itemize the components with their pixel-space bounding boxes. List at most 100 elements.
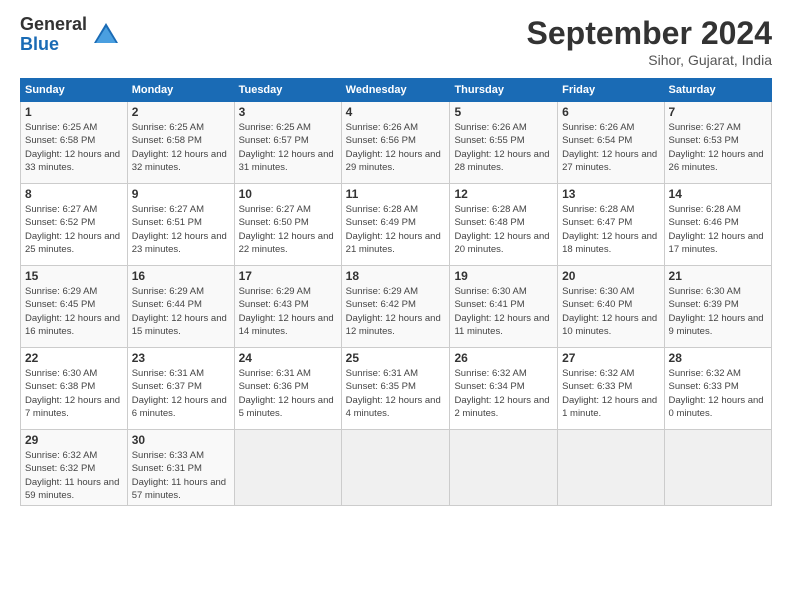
day-number: 15 — [25, 269, 123, 283]
col-wednesday: Wednesday — [341, 79, 450, 102]
table-cell: 14 Sunrise: 6:28 AMSunset: 6:46 PMDaylig… — [664, 184, 771, 266]
table-cell: 13 Sunrise: 6:28 AMSunset: 6:47 PMDaylig… — [558, 184, 664, 266]
day-number: 28 — [669, 351, 767, 365]
day-info: Sunrise: 6:33 AMSunset: 6:31 PMDaylight:… — [132, 449, 230, 502]
logo-text: General Blue — [20, 15, 87, 55]
page: General Blue September 2024 Sihor, Gujar… — [0, 0, 792, 516]
day-info: Sunrise: 6:31 AMSunset: 6:37 PMDaylight:… — [132, 367, 230, 420]
location-title: Sihor, Gujarat, India — [527, 52, 772, 68]
day-number: 29 — [25, 433, 123, 447]
day-number: 25 — [346, 351, 446, 365]
day-info: Sunrise: 6:26 AMSunset: 6:54 PMDaylight:… — [562, 121, 659, 174]
day-number: 23 — [132, 351, 230, 365]
table-cell: 20 Sunrise: 6:30 AMSunset: 6:40 PMDaylig… — [558, 266, 664, 348]
day-info: Sunrise: 6:29 AMSunset: 6:43 PMDaylight:… — [239, 285, 337, 338]
day-number: 21 — [669, 269, 767, 283]
day-info: Sunrise: 6:30 AMSunset: 6:40 PMDaylight:… — [562, 285, 659, 338]
day-info: Sunrise: 6:28 AMSunset: 6:46 PMDaylight:… — [669, 203, 767, 256]
day-number: 30 — [132, 433, 230, 447]
logo-icon — [92, 21, 120, 49]
table-cell: 3 Sunrise: 6:25 AMSunset: 6:57 PMDayligh… — [234, 102, 341, 184]
day-number: 9 — [132, 187, 230, 201]
table-cell: 26 Sunrise: 6:32 AMSunset: 6:34 PMDaylig… — [450, 348, 558, 430]
table-cell: 30 Sunrise: 6:33 AMSunset: 6:31 PMDaylig… — [127, 430, 234, 506]
table-cell: 21 Sunrise: 6:30 AMSunset: 6:39 PMDaylig… — [664, 266, 771, 348]
day-number: 27 — [562, 351, 659, 365]
table-cell: 29 Sunrise: 6:32 AMSunset: 6:32 PMDaylig… — [21, 430, 128, 506]
table-cell: 11 Sunrise: 6:28 AMSunset: 6:49 PMDaylig… — [341, 184, 450, 266]
table-cell: 2 Sunrise: 6:25 AMSunset: 6:58 PMDayligh… — [127, 102, 234, 184]
col-friday: Friday — [558, 79, 664, 102]
day-number: 7 — [669, 105, 767, 119]
table-cell: 24 Sunrise: 6:31 AMSunset: 6:36 PMDaylig… — [234, 348, 341, 430]
table-cell: 1 Sunrise: 6:25 AMSunset: 6:58 PMDayligh… — [21, 102, 128, 184]
table-cell: 9 Sunrise: 6:27 AMSunset: 6:51 PMDayligh… — [127, 184, 234, 266]
logo-blue: Blue — [20, 35, 87, 55]
day-number: 8 — [25, 187, 123, 201]
day-number: 19 — [454, 269, 553, 283]
table-cell: 25 Sunrise: 6:31 AMSunset: 6:35 PMDaylig… — [341, 348, 450, 430]
day-number: 20 — [562, 269, 659, 283]
day-info: Sunrise: 6:28 AMSunset: 6:47 PMDaylight:… — [562, 203, 659, 256]
day-info: Sunrise: 6:26 AMSunset: 6:55 PMDaylight:… — [454, 121, 553, 174]
day-info: Sunrise: 6:28 AMSunset: 6:49 PMDaylight:… — [346, 203, 446, 256]
col-thursday: Thursday — [450, 79, 558, 102]
table-cell: 4 Sunrise: 6:26 AMSunset: 6:56 PMDayligh… — [341, 102, 450, 184]
day-info: Sunrise: 6:32 AMSunset: 6:33 PMDaylight:… — [562, 367, 659, 420]
day-info: Sunrise: 6:27 AMSunset: 6:52 PMDaylight:… — [25, 203, 123, 256]
day-info: Sunrise: 6:25 AMSunset: 6:58 PMDaylight:… — [25, 121, 123, 174]
day-info: Sunrise: 6:29 AMSunset: 6:42 PMDaylight:… — [346, 285, 446, 338]
table-cell: 18 Sunrise: 6:29 AMSunset: 6:42 PMDaylig… — [341, 266, 450, 348]
table-cell — [450, 430, 558, 506]
table-cell: 28 Sunrise: 6:32 AMSunset: 6:33 PMDaylig… — [664, 348, 771, 430]
day-number: 3 — [239, 105, 337, 119]
table-cell: 23 Sunrise: 6:31 AMSunset: 6:37 PMDaylig… — [127, 348, 234, 430]
header: General Blue September 2024 Sihor, Gujar… — [20, 15, 772, 68]
day-number: 6 — [562, 105, 659, 119]
day-info: Sunrise: 6:32 AMSunset: 6:34 PMDaylight:… — [454, 367, 553, 420]
table-cell: 19 Sunrise: 6:30 AMSunset: 6:41 PMDaylig… — [450, 266, 558, 348]
day-info: Sunrise: 6:27 AMSunset: 6:51 PMDaylight:… — [132, 203, 230, 256]
day-info: Sunrise: 6:25 AMSunset: 6:58 PMDaylight:… — [132, 121, 230, 174]
day-info: Sunrise: 6:30 AMSunset: 6:41 PMDaylight:… — [454, 285, 553, 338]
day-info: Sunrise: 6:25 AMSunset: 6:57 PMDaylight:… — [239, 121, 337, 174]
day-info: Sunrise: 6:29 AMSunset: 6:45 PMDaylight:… — [25, 285, 123, 338]
logo: General Blue — [20, 15, 120, 55]
table-cell — [234, 430, 341, 506]
table-cell — [664, 430, 771, 506]
day-number: 5 — [454, 105, 553, 119]
day-number: 18 — [346, 269, 446, 283]
title-block: September 2024 Sihor, Gujarat, India — [527, 15, 772, 68]
col-sunday: Sunday — [21, 79, 128, 102]
day-number: 17 — [239, 269, 337, 283]
day-info: Sunrise: 6:27 AMSunset: 6:53 PMDaylight:… — [669, 121, 767, 174]
day-number: 16 — [132, 269, 230, 283]
day-number: 11 — [346, 187, 446, 201]
table-cell: 27 Sunrise: 6:32 AMSunset: 6:33 PMDaylig… — [558, 348, 664, 430]
day-info: Sunrise: 6:26 AMSunset: 6:56 PMDaylight:… — [346, 121, 446, 174]
day-info: Sunrise: 6:30 AMSunset: 6:38 PMDaylight:… — [25, 367, 123, 420]
calendar-table: Sunday Monday Tuesday Wednesday Thursday… — [20, 78, 772, 506]
day-number: 26 — [454, 351, 553, 365]
day-number: 4 — [346, 105, 446, 119]
day-info: Sunrise: 6:32 AMSunset: 6:33 PMDaylight:… — [669, 367, 767, 420]
table-cell: 16 Sunrise: 6:29 AMSunset: 6:44 PMDaylig… — [127, 266, 234, 348]
table-cell: 6 Sunrise: 6:26 AMSunset: 6:54 PMDayligh… — [558, 102, 664, 184]
table-cell — [341, 430, 450, 506]
logo-general: General — [20, 15, 87, 35]
table-cell: 5 Sunrise: 6:26 AMSunset: 6:55 PMDayligh… — [450, 102, 558, 184]
table-cell: 8 Sunrise: 6:27 AMSunset: 6:52 PMDayligh… — [21, 184, 128, 266]
day-number: 1 — [25, 105, 123, 119]
day-number: 13 — [562, 187, 659, 201]
day-number: 22 — [25, 351, 123, 365]
day-info: Sunrise: 6:27 AMSunset: 6:50 PMDaylight:… — [239, 203, 337, 256]
day-info: Sunrise: 6:30 AMSunset: 6:39 PMDaylight:… — [669, 285, 767, 338]
table-cell: 12 Sunrise: 6:28 AMSunset: 6:48 PMDaylig… — [450, 184, 558, 266]
table-cell — [558, 430, 664, 506]
day-info: Sunrise: 6:29 AMSunset: 6:44 PMDaylight:… — [132, 285, 230, 338]
day-info: Sunrise: 6:32 AMSunset: 6:32 PMDaylight:… — [25, 449, 123, 502]
table-cell: 22 Sunrise: 6:30 AMSunset: 6:38 PMDaylig… — [21, 348, 128, 430]
month-title: September 2024 — [527, 15, 772, 52]
day-info: Sunrise: 6:28 AMSunset: 6:48 PMDaylight:… — [454, 203, 553, 256]
col-tuesday: Tuesday — [234, 79, 341, 102]
